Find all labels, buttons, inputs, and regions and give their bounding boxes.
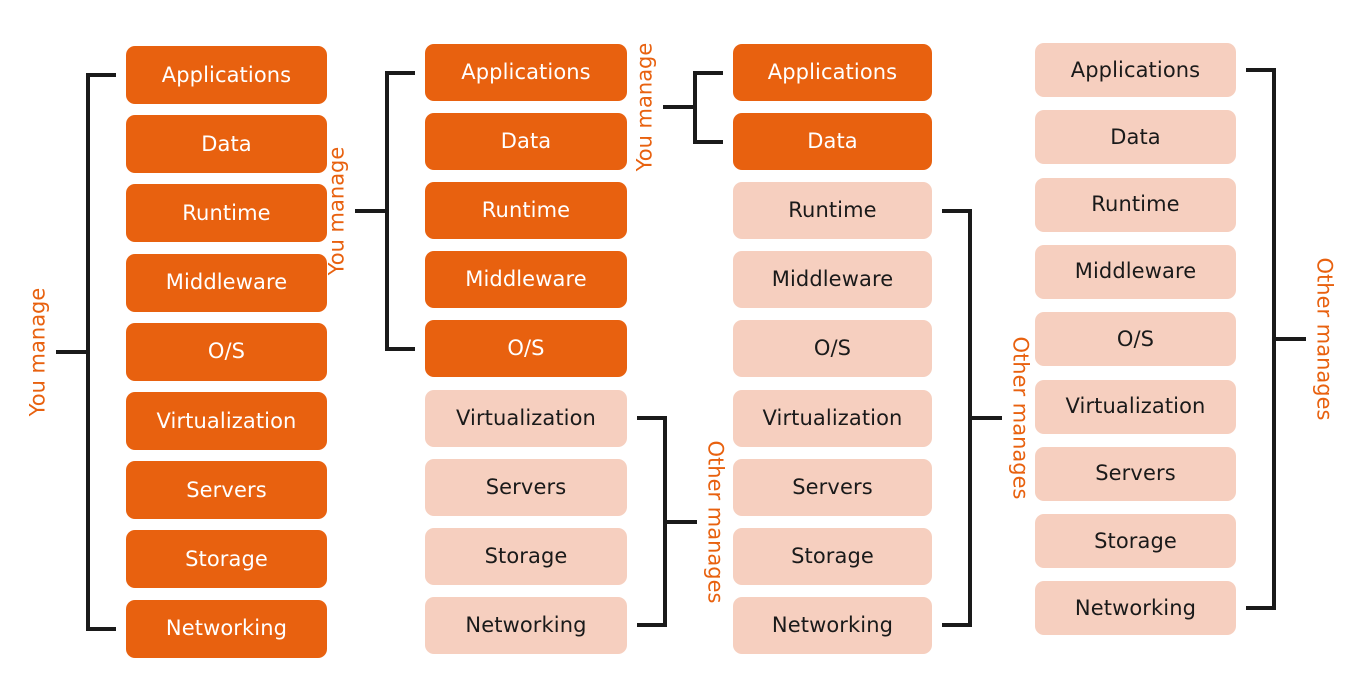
layer-box-runtime: Runtime [425,182,627,240]
layer-box-servers: Servers [425,458,627,516]
bracket-stem [56,349,86,354]
layer-box-networking: Networking [126,599,327,658]
layer-box-middleware: Middleware [733,251,932,309]
bracket-label: Other manages [703,440,728,604]
bracket-stem [1276,337,1306,342]
layer-box-servers: Servers [733,458,932,516]
layer-box-middleware: Middleware [126,253,327,312]
bracket-label: Other manages [1312,257,1337,421]
layer-box-applications: Applications [126,46,327,104]
bracket-spine [385,70,389,351]
bracket-arm-bottom [637,623,667,628]
layer-box-data: Data [425,113,627,171]
bracket-arm-bottom [1246,606,1276,611]
layer-box-virtualization: Virtualization [1035,379,1236,434]
layer-box-o-s: O/S [733,320,932,378]
bracket-you-manage [355,70,415,351]
layer-box-servers: Servers [1035,446,1236,501]
bracket-you-manage [56,73,116,631]
layer-box-storage: Storage [425,527,627,585]
bracket-label: You manage [324,146,349,275]
bracket-label: Other manages [1008,336,1033,500]
layer-box-o-s: O/S [126,322,327,381]
layer-box-servers: Servers [126,461,327,520]
layer-box-applications: Applications [425,44,627,101]
bracket-other-manages [942,208,1002,628]
layer-box-middleware: Middleware [1035,244,1236,299]
layer-box-networking: Networking [425,596,627,654]
layer-box-storage: Storage [733,527,932,585]
bracket-spine [693,70,697,144]
layer-box-middleware: Middleware [425,251,627,309]
responsibility-matrix-diagram: Applications Data Runtime Middleware O/S Virt… [0,0,1353,674]
bracket-label: You manage [632,42,657,172]
bracket-arm-top [942,208,972,213]
layer-box-data: Data [126,115,327,174]
bracket-stem [663,105,693,110]
layer-box-virtualization: Virtualization [733,389,932,447]
bracket-arm-top [693,70,723,75]
layer-box-networking: Networking [733,596,932,654]
bracket-stem [355,208,385,213]
bracket-arm-top [86,73,116,77]
layer-box-storage: Storage [1035,514,1236,569]
layer-box-networking: Networking [1035,581,1236,636]
bracket-stem [972,415,1002,420]
layer-box-virtualization: Virtualization [126,392,327,450]
layer-box-runtime: Runtime [733,182,932,240]
bracket-arm-bottom [86,626,116,631]
bracket-you-manage [663,70,723,144]
layer-box-applications: Applications [733,44,932,101]
bracket-arm-top [1246,68,1276,72]
layer-box-data: Data [1035,110,1236,165]
bracket-other-manages [1246,68,1306,611]
bracket-arm-top [637,416,667,420]
bracket-arm-bottom [385,346,415,351]
bracket-arm-top [385,70,415,75]
bracket-label: You manage [25,287,50,417]
bracket-spine [86,73,90,631]
layer-box-storage: Storage [126,530,327,589]
layer-box-o-s: O/S [1035,312,1236,367]
bracket-arm-bottom [693,139,723,144]
layer-box-o-s: O/S [425,320,627,378]
bracket-stem [667,519,697,524]
bracket-arm-bottom [942,623,972,628]
layer-box-data: Data [733,113,932,171]
layer-box-applications: Applications [1035,43,1236,97]
layer-box-runtime: Runtime [126,184,327,243]
layer-box-runtime: Runtime [1035,177,1236,232]
layer-box-virtualization: Virtualization [425,389,627,447]
bracket-other-manages [637,416,697,628]
